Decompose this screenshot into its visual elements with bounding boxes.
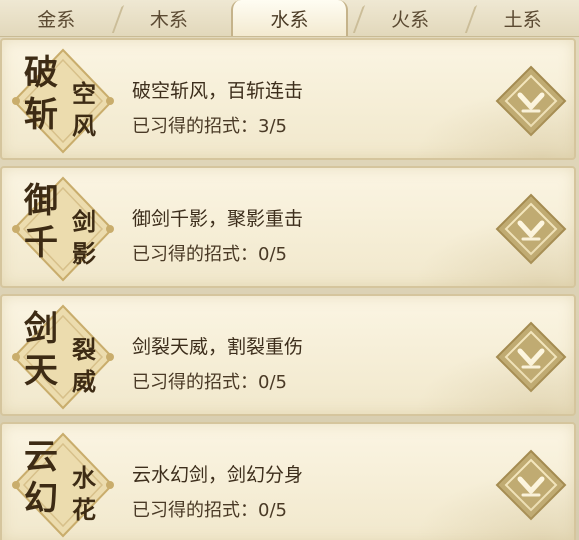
progress-label: 已习得的招式： xyxy=(132,244,258,265)
emblem-glyph: 裂 xyxy=(72,335,96,364)
skill-title: 云水幻剑，剑幻分身 xyxy=(132,464,304,486)
skill-emblem: 云 幻 水 花 xyxy=(8,430,118,540)
skill-emblem: 御 千 剑 影 xyxy=(8,174,118,284)
skill-progress: 已习得的招式：0/5 xyxy=(132,368,287,394)
tab-earth[interactable]: 土系 xyxy=(466,0,579,36)
tab-label: 水系 xyxy=(270,8,309,31)
skill-list: 破 斩 空 风 破空斩风，百斩连击 已习得的招式：3/5 御 千 剑 影 御剑千… xyxy=(0,38,579,540)
emblem-glyph: 幻 xyxy=(24,479,58,519)
tab-fire[interactable]: 火系 xyxy=(354,0,467,36)
tab-label: 金系 xyxy=(37,8,76,31)
emblem-glyph: 御 xyxy=(24,181,58,221)
emblem-glyph: 空 xyxy=(72,79,96,108)
emblem-glyph: 剑 xyxy=(72,207,96,236)
skill-panel: 金系 木系 水系 火系 土系 破 斩 空 风 破空斩风，百斩连击 已习得的招式：… xyxy=(0,0,579,540)
skill-card[interactable]: 破 斩 空 风 破空斩风，百斩连击 已习得的招式：3/5 xyxy=(0,38,576,160)
skill-emblem: 剑 天 裂 威 xyxy=(8,302,118,412)
emblem-glyph: 天 xyxy=(24,351,58,391)
skill-progress: 已习得的招式：0/5 xyxy=(132,496,287,522)
progress-label: 已习得的招式： xyxy=(132,500,258,521)
emblem-glyph: 千 xyxy=(24,223,58,263)
progress-value: 0/5 xyxy=(258,244,287,265)
tab-wood[interactable]: 木系 xyxy=(113,0,226,36)
skill-progress: 已习得的招式：0/5 xyxy=(132,240,287,266)
skill-title: 御剑千影，聚影重击 xyxy=(132,208,304,230)
progress-label: 已习得的招式： xyxy=(132,116,258,137)
emblem-glyph: 影 xyxy=(72,239,96,268)
emblem-glyph: 威 xyxy=(72,367,96,396)
skill-emblem: 破 斩 空 风 xyxy=(8,46,118,156)
emblem-glyph: 剑 xyxy=(24,309,58,349)
tab-metal[interactable]: 金系 xyxy=(0,0,113,36)
skill-title: 剑裂天威，割裂重伤 xyxy=(132,336,304,358)
progress-value: 0/5 xyxy=(258,500,287,521)
progress-value: 0/5 xyxy=(258,372,287,393)
emblem-glyph: 水 xyxy=(72,463,96,492)
skill-card[interactable]: 御 千 剑 影 御剑千影，聚影重击 已习得的招式：0/5 xyxy=(0,166,576,288)
element-tabs: 金系 木系 水系 火系 土系 xyxy=(0,0,579,37)
tab-label: 火系 xyxy=(391,8,430,31)
emblem-glyph: 破 xyxy=(24,53,58,93)
chevron-down-diamond-icon[interactable] xyxy=(494,320,568,394)
emblem-glyph: 花 xyxy=(72,495,96,524)
emblem-glyph: 风 xyxy=(72,111,96,140)
skill-title: 破空斩风，百斩连击 xyxy=(132,80,304,102)
tab-water[interactable]: 水系 xyxy=(231,0,348,36)
skill-card[interactable]: 剑 天 裂 威 剑裂天威，割裂重伤 已习得的招式：0/5 xyxy=(0,294,576,416)
emblem-glyph: 斩 xyxy=(24,95,58,135)
chevron-down-diamond-icon[interactable] xyxy=(494,64,568,138)
tab-label: 土系 xyxy=(503,8,542,31)
progress-label: 已习得的招式： xyxy=(132,372,258,393)
chevron-down-diamond-icon[interactable] xyxy=(494,448,568,522)
skill-card[interactable]: 云 幻 水 花 云水幻剑，剑幻分身 已习得的招式：0/5 xyxy=(0,422,576,540)
progress-value: 3/5 xyxy=(258,116,287,137)
skill-progress: 已习得的招式：3/5 xyxy=(132,112,287,138)
chevron-down-diamond-icon[interactable] xyxy=(494,192,568,266)
emblem-glyph: 云 xyxy=(24,437,58,477)
tab-label: 木系 xyxy=(149,8,188,31)
